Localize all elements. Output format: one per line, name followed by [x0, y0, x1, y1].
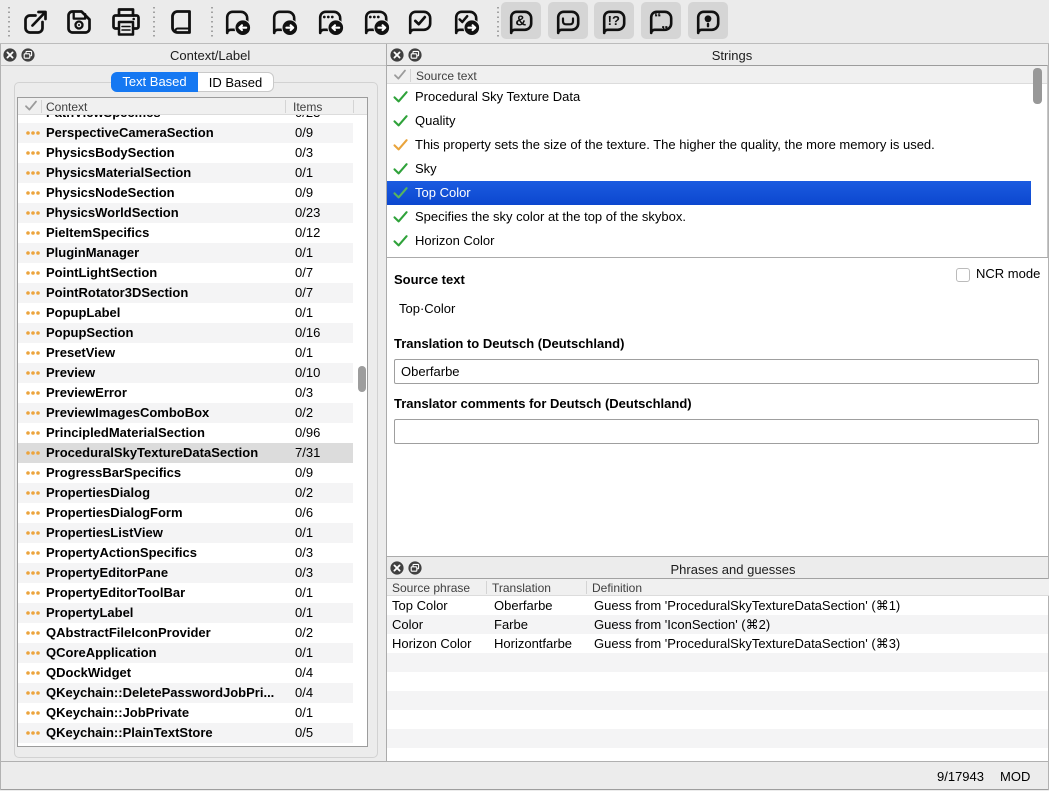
svg-text:&: & — [515, 13, 526, 30]
svg-text:!?: !? — [608, 13, 620, 28]
svg-text:„: „ — [661, 15, 669, 32]
